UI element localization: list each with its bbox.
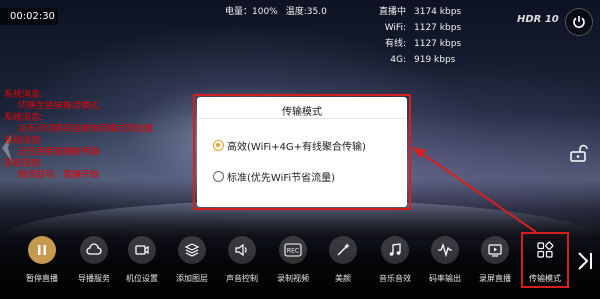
bitrate-stats: 直播中 WiFi: 有线: 4G:: [330, 4, 406, 68]
layers-icon: [178, 236, 206, 264]
wifi-bitrate: 1127 kbps: [414, 23, 462, 33]
waveform-icon: [431, 236, 459, 264]
option-standard[interactable]: 标准(优先WiFi节省流量): [213, 169, 335, 184]
camera-settings-button[interactable]: 机位设置: [117, 236, 167, 284]
radio-unselected-icon[interactable]: [213, 171, 224, 182]
wired-label: 有线:: [384, 39, 406, 49]
option-label: 高效(WiFi+4G+有线聚合传输): [227, 142, 366, 153]
camera-icon: [128, 236, 156, 264]
pause-icon: [28, 236, 56, 264]
live-timer: 00:02:30: [0, 8, 58, 25]
radio-selected-icon[interactable]: [213, 140, 224, 151]
speaker-icon: [228, 236, 256, 264]
battery-status: 电量：100%: [225, 7, 278, 17]
system-message: 系统消息: 正在连接直播服务器: [4, 136, 100, 157]
add-layer-button[interactable]: 添加图层: [167, 236, 217, 284]
system-message: 系统消息: 切换至竖屏推流模式: [4, 90, 100, 111]
next-page-button[interactable]: [576, 250, 594, 272]
system-message: 系统消息: 点击可切换到竖屏推流模式的配置: [4, 113, 154, 134]
bitrate-output-button[interactable]: 码率输出: [420, 236, 470, 284]
chevron-right-icon: [578, 252, 592, 270]
audio-control-button[interactable]: 声音控制: [217, 236, 267, 284]
rec-icon: REC: [279, 236, 307, 264]
wired-bitrate: 1127 kbps: [414, 39, 462, 49]
pause-live-button[interactable]: 暂停直播: [17, 236, 67, 284]
stream-stats: 电量：100% 温度:35.0: [225, 4, 327, 20]
toolbar-highlight-frame: [521, 232, 569, 288]
bottom-toolbar: 暂停直播 导播服务 机位设置 添加图层 声音控制 REC 录制视频 美颜 音乐音…: [0, 236, 600, 296]
dialog-title: 传输模式: [197, 97, 407, 119]
option-label: 标准(优先WiFi节省流量): [227, 173, 336, 184]
screen-record-icon: [481, 236, 509, 264]
unlock-icon: [570, 144, 588, 162]
power-icon: [573, 16, 585, 28]
record-video-button[interactable]: REC 录制视频: [268, 236, 318, 284]
svg-text:REC: REC: [287, 248, 299, 255]
wifi-label: WiFi:: [384, 23, 406, 33]
4g-bitrate: 919 kbps: [414, 55, 456, 65]
4g-label: 4G:: [390, 55, 406, 65]
beauty-button[interactable]: 美颜: [318, 236, 368, 284]
live-status: 直播中: [378, 7, 406, 17]
system-message: 系统消息: 推流成功，直播开始: [4, 159, 100, 180]
total-bitrate: 3174 kbps: [414, 7, 462, 17]
unlock-button[interactable]: [565, 140, 591, 166]
cloud-icon: [80, 236, 108, 264]
transmission-mode-dialog: 传输模式 高效(WiFi+4G+有线聚合传输) 标准(优先WiFi节省流量): [197, 97, 407, 207]
music-effects-button[interactable]: 音乐音效: [370, 236, 420, 284]
music-icon: [381, 236, 409, 264]
magic-wand-icon: [329, 236, 357, 264]
director-service-button[interactable]: 导播服务: [69, 236, 119, 284]
hdr-badge: HDR 10: [517, 14, 559, 25]
bitrate-values: 3174 kbps 1127 kbps 1127 kbps 919 kbps: [414, 4, 461, 68]
power-button[interactable]: [565, 8, 593, 36]
system-message-log: 系统消息: 切换至竖屏推流模式 系统消息: 点击可切换到竖屏推流模式的配置 系统…: [4, 90, 204, 182]
temperature-status: 温度:35.0: [285, 7, 327, 17]
option-efficient[interactable]: 高效(WiFi+4G+有线聚合传输): [213, 138, 366, 153]
screen-record-live-button[interactable]: 录屏直播: [470, 236, 520, 284]
